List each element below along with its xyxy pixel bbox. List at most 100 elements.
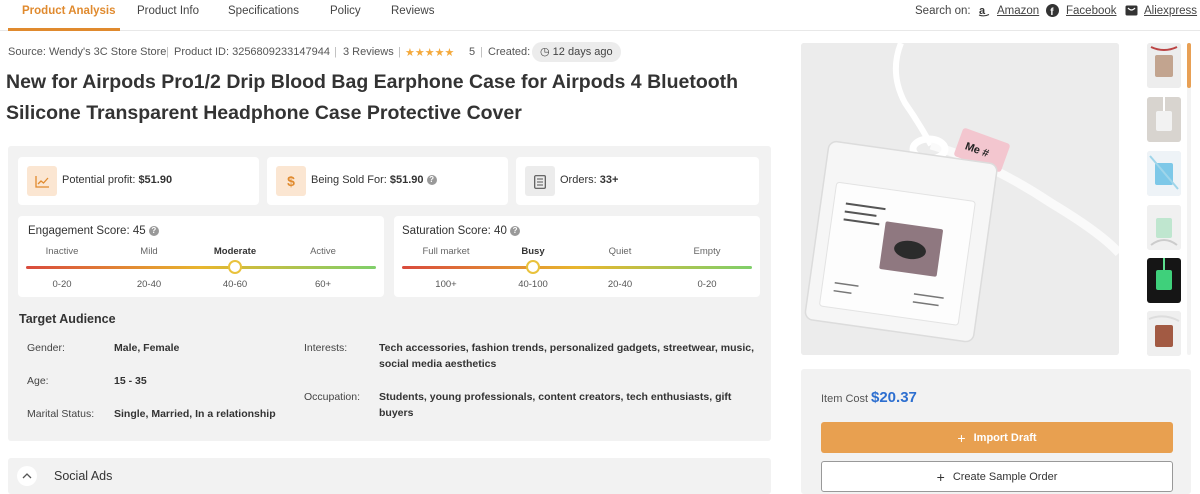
clock-icon: ◷ — [540, 46, 550, 58]
product-thumbnail[interactable] — [1147, 151, 1181, 196]
import-draft-button[interactable]: + Import Draft — [821, 422, 1173, 453]
social-ads-label: Social Ads — [54, 469, 113, 483]
occupation-label: Occupation: — [304, 391, 361, 403]
help-icon[interactable]: ? — [510, 225, 521, 236]
product-id: Product ID: 3256809233147944 — [174, 46, 330, 58]
engagement-gradient-bar — [26, 266, 376, 269]
sold-for-card: $ Being Sold For: $51.90 ? — [267, 157, 508, 205]
tab-product-info[interactable]: Product Info — [137, 5, 199, 17]
engagement-range: 20-40 — [136, 279, 162, 290]
thumbnail-scrollbar-thumb[interactable] — [1187, 43, 1191, 88]
marital-status-label: Marital Status: — [27, 408, 95, 420]
engagement-level: Moderate — [213, 246, 257, 257]
orders: Orders: 33+ — [560, 174, 618, 186]
product-thumbnail[interactable] — [1147, 43, 1181, 88]
social-ads-section[interactable]: Social Ads — [8, 458, 771, 494]
facebook-icon: f — [1046, 4, 1059, 17]
item-cost-label: Item Cost — [821, 393, 869, 405]
import-draft-label: Import Draft — [973, 431, 1037, 444]
orders-card: Orders: 33+ — [516, 157, 759, 205]
saturation-range: 40-100 — [518, 279, 548, 290]
help-icon[interactable]: ? — [426, 175, 437, 186]
saturation-range: 100+ — [435, 279, 457, 290]
divider: | — [398, 46, 401, 58]
sold-for-label: Being Sold For: — [311, 174, 387, 186]
saturation-range: 20-40 — [607, 279, 633, 290]
dollar-icon: $ — [276, 166, 306, 196]
tab-reviews[interactable]: Reviews — [391, 5, 434, 17]
product-title: New for Airpods Pro1/2 Drip Blood Bag Ea… — [6, 71, 739, 124]
saturation-indicator — [526, 260, 540, 274]
age-label: Age: — [27, 375, 49, 387]
source-label: Source: Wendy's 3C Store Store — [8, 46, 167, 58]
amazon-link[interactable]: Amazon — [997, 5, 1039, 17]
facebook-link[interactable]: Facebook — [1066, 5, 1117, 17]
engagement-score: Engagement Score: 45 ? — [28, 225, 159, 237]
saturation-gradient-bar — [402, 266, 752, 269]
search-on-label: Search on: — [915, 5, 971, 17]
product-thumbnail[interactable] — [1147, 205, 1181, 250]
help-icon[interactable]: ? — [148, 225, 159, 236]
reviews-count[interactable]: 3 Reviews — [343, 46, 394, 58]
aliexpress-link[interactable]: Aliexpress — [1144, 5, 1197, 17]
thumbnail-scrollbar[interactable] — [1187, 43, 1191, 355]
engagement-level: Mild — [140, 246, 158, 257]
orders-value: 33+ — [599, 174, 619, 186]
product-thumbnail[interactable] — [1147, 258, 1181, 303]
saturation-level: Full market — [422, 246, 470, 257]
engagement-score-title: Engagement Score: 45 — [28, 225, 146, 237]
clipboard-icon — [525, 166, 555, 196]
potential-profit-value: $51.90 — [138, 174, 173, 186]
created-date-badge: ◷ 12 days ago — [532, 42, 621, 62]
saturation-level: Empty — [693, 246, 721, 257]
active-tab-indicator — [8, 28, 120, 31]
saturation-range: 0-20 — [697, 279, 717, 290]
product-main-image[interactable]: Me # — [801, 43, 1119, 355]
occupation-value: Students, young professionals, content c… — [379, 391, 732, 419]
potential-profit-card: Potential profit: $51.90 — [18, 157, 259, 205]
engagement-indicator — [228, 260, 242, 274]
target-audience-heading: Target Audience — [19, 312, 116, 326]
interests-label: Interests: — [304, 342, 348, 354]
purchase-panel: Item Cost $20.37 + Import Draft + Create… — [801, 369, 1191, 494]
sold-for-value: $51.90 — [389, 174, 424, 186]
engagement-range: 0-20 — [52, 279, 72, 290]
engagement-range: 40-60 — [222, 279, 248, 290]
create-sample-order-button[interactable]: + Create Sample Order — [821, 461, 1173, 492]
marital-status-value: Single, Married, In a relationship — [114, 408, 276, 420]
interests-value: Tech accessories, fashion trends, person… — [379, 342, 755, 370]
aliexpress-icon — [1125, 5, 1138, 16]
saturation-level: Quiet — [608, 246, 632, 257]
divider: | — [166, 46, 169, 58]
create-sample-order-label: Create Sample Order — [952, 470, 1058, 483]
chevron-up-icon[interactable] — [17, 466, 37, 486]
divider: | — [480, 46, 483, 58]
amazon-icon: a — [978, 5, 990, 17]
potential-profit-label: Potential profit: — [62, 174, 136, 186]
gender-label: Gender: — [27, 342, 65, 354]
sold-for: Being Sold For: $51.90 ? — [311, 174, 437, 186]
product-thumbnail[interactable] — [1147, 97, 1181, 142]
saturation-level: Busy — [521, 246, 545, 257]
tab-policy[interactable]: Policy — [330, 5, 361, 17]
analysis-panel: Potential profit: $51.90 $ Being Sold Fo… — [8, 146, 771, 441]
divider: | — [334, 46, 337, 58]
item-cost-value: $20.37 — [871, 389, 917, 406]
created-date-value: 12 days ago — [552, 46, 613, 58]
saturation-score-title: Saturation Score: 40 — [402, 225, 507, 237]
age-value: 15 - 35 — [114, 375, 147, 387]
engagement-level: Active — [310, 246, 336, 257]
rating-stars-icon: ★★★★★ — [405, 47, 455, 59]
plus-icon: + — [936, 468, 945, 485]
potential-profit: Potential profit: $51.90 — [62, 174, 172, 186]
trend-chart-icon — [27, 166, 57, 196]
product-thumbnail[interactable] — [1147, 311, 1181, 356]
created-label: Created: — [488, 46, 531, 58]
saturation-score-card: Saturation Score: 40 ? Full market Busy … — [394, 216, 760, 297]
tab-specifications[interactable]: Specifications — [228, 5, 299, 17]
tab-product-analysis[interactable]: Product Analysis — [22, 5, 116, 17]
rating-value: 5 — [469, 46, 476, 58]
gender-value: Male, Female — [114, 342, 180, 354]
engagement-range: 60+ — [314, 279, 332, 290]
top-nav: Product Analysis Product Info Specificat… — [0, 0, 1200, 31]
